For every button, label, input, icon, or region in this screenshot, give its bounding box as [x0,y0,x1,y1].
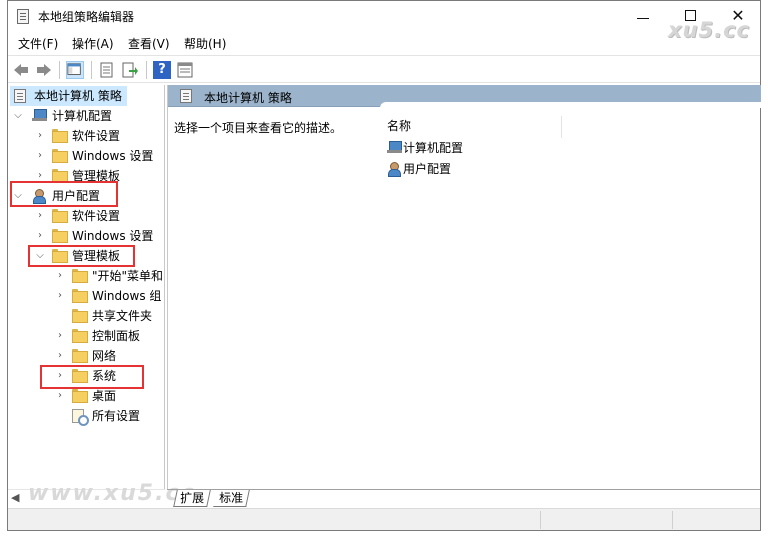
highlight-system [40,365,144,389]
toolbar-separator [59,61,60,79]
toolbar-separator [91,61,92,79]
menu-bar: 文件(F) 操作(A) 查看(V) 帮助(H) [8,33,760,53]
navigation-tree[interactable]: 本地计算机 策略 ⌵ 计算机配置 › 软件设置 › Windows 设置 › 管… [8,85,165,489]
policy-editor-app-icon [17,9,29,24]
show-tree-icon[interactable] [66,61,84,79]
window-title: 本地组策略编辑器 [38,10,135,24]
folder-icon [52,209,68,223]
tree-item-label: Windows 设置 [72,229,154,243]
tree-item-label: "开始"菜单和 [92,269,164,283]
tree-item-uc-software[interactable]: › 软件设置 [10,206,160,226]
tree-item-label: 软件设置 [72,209,121,223]
properties-icon[interactable] [98,61,116,79]
tree-item-cc-software[interactable]: › 软件设置 [10,126,160,146]
computer-icon [387,141,402,154]
tree-item-label: Windows 设置 [72,149,154,163]
chevron-right-icon[interactable]: › [54,346,66,366]
user-icon [387,162,402,177]
list-item-computer-config[interactable]: 计算机配置 [387,138,487,158]
folder-icon [72,349,88,363]
toolbar: ? [8,55,760,83]
tab-label: 标准 [219,491,244,505]
chevron-right-icon[interactable]: › [54,286,66,306]
title-bar: 本地组策略编辑器 ✕ [8,1,760,31]
computer-icon [32,109,47,122]
status-separator [672,511,673,529]
folder-icon [52,149,68,163]
tree-item-shared-folders[interactable]: 共享文件夹 [10,306,164,326]
status-separator [540,511,541,529]
folder-icon [52,229,68,243]
tree-item-label: 网络 [92,349,117,363]
tab-standard[interactable]: 标准 [213,490,250,507]
tree-item-uc-windows-settings[interactable]: › Windows 设置 [10,226,160,246]
tree-item-label: 共享文件夹 [92,309,153,323]
description-text: 选择一个项目来查看它的描述。 [174,121,343,135]
tree-item-desktop[interactable]: › 桌面 [10,386,164,406]
filter-view-icon[interactable] [176,61,194,79]
tab-extended[interactable]: 扩展 [173,490,211,507]
tree-item-cc-windows-settings[interactable]: › Windows 设置 [10,146,160,166]
tree-item-start-menu[interactable]: › "开始"菜单和 [10,266,164,286]
tree-item-local-computer-policy[interactable]: 本地计算机 策略 [10,86,127,106]
chevron-right-icon[interactable]: › [54,266,66,286]
folder-icon [72,389,88,403]
export-icon[interactable] [121,61,139,79]
folder-icon [72,269,88,283]
tree-item-windows-components[interactable]: › Windows 组 [10,286,164,306]
chevron-down-icon[interactable]: ⌵ [12,106,24,126]
list-header-notch [380,102,761,108]
tree-item-label: 计算机配置 [52,109,113,123]
list-item-user-config[interactable]: 用户配置 [387,159,487,179]
back-arrow-icon[interactable] [12,61,30,79]
tree-item-label: 所有设置 [92,409,141,423]
menu-action[interactable]: 操作(A) [72,35,114,52]
list-item-label: 计算机配置 [403,141,464,155]
chevron-right-icon[interactable]: › [54,386,66,406]
details-pane: 本地计算机 策略 选择一个项目来查看它的描述。 名称 计算机配置 用户配置 [167,85,761,489]
policy-document-icon [14,89,26,103]
folder-icon [52,129,68,143]
group-policy-editor-window: 本地组策略编辑器 ✕ xu5.cc 文件(F) 操作(A) 查看(V) 帮助(H… [7,0,761,531]
tree-item-control-panel[interactable]: › 控制面板 [10,326,164,346]
tree-item-label: 本地计算机 策略 [34,89,122,103]
view-tabs: 扩展 标准 [167,489,760,507]
tree-item-label: 软件设置 [72,129,121,143]
chevron-right-icon[interactable]: › [34,226,46,246]
tree-item-label: 控制面板 [92,329,141,343]
help-icon[interactable]: ? [153,61,171,79]
tree-item-label: Windows 组 [92,289,162,303]
policy-document-icon [180,89,192,103]
tree-item-label: 桌面 [92,389,117,403]
folder-icon [72,329,88,343]
chevron-right-icon[interactable]: › [34,146,46,166]
all-settings-icon [72,409,89,426]
status-bar [8,508,760,530]
tree-item-computer-config[interactable]: ⌵ 计算机配置 [10,106,160,126]
menu-view[interactable]: 查看(V) [128,35,170,52]
menu-file[interactable]: 文件(F) [18,35,58,52]
tree-item-all-settings[interactable]: 所有设置 [10,406,164,426]
folder-icon [52,169,68,183]
column-separator[interactable] [561,116,562,138]
chevron-right-icon[interactable]: › [34,206,46,226]
toolbar-separator [146,61,147,79]
column-header-name[interactable]: 名称 [387,117,411,134]
tab-label: 扩展 [180,491,205,505]
highlight-admin-templates [28,245,135,267]
folder-icon [72,309,88,323]
forward-arrow-icon[interactable] [35,61,53,79]
scroll-left-icon[interactable]: ◀ [11,491,19,504]
highlight-user-config [10,181,118,207]
chevron-right-icon[interactable]: › [54,326,66,346]
details-title: 本地计算机 策略 [204,91,292,105]
tree-item-network[interactable]: › 网络 [10,346,164,366]
menu-help[interactable]: 帮助(H) [184,35,226,52]
chevron-right-icon[interactable]: › [34,126,46,146]
minimize-icon [637,18,649,19]
list-item-label: 用户配置 [403,162,452,176]
minimize-button[interactable] [628,5,658,27]
folder-icon [72,289,88,303]
